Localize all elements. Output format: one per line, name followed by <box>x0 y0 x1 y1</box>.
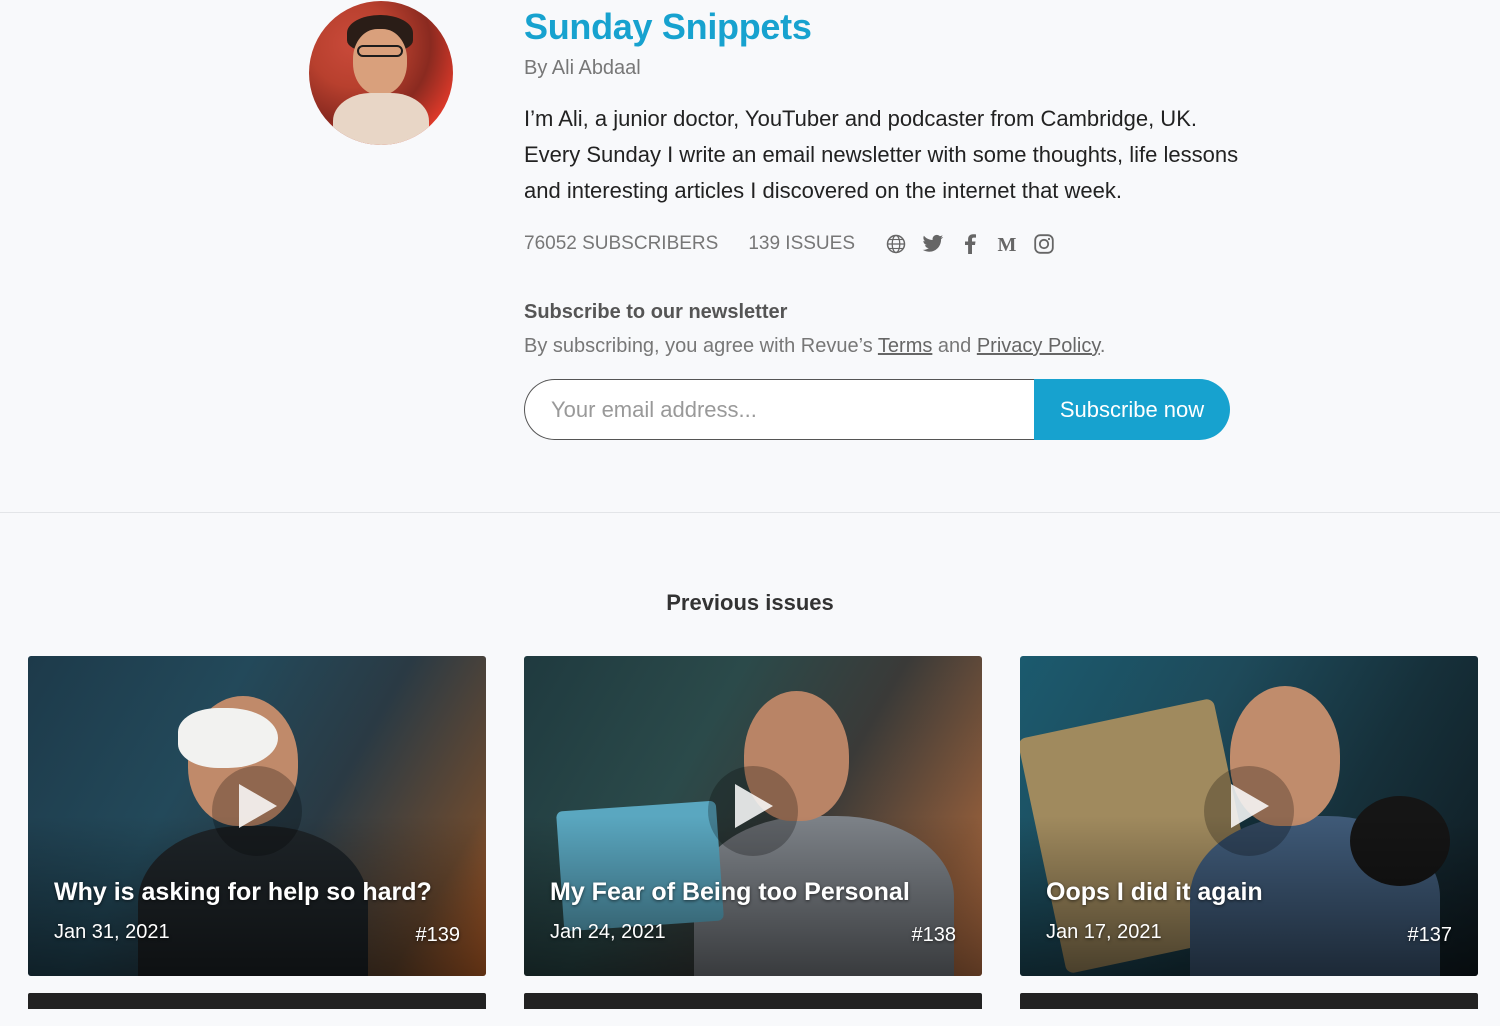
terms-note-prefix: By subscribing, you agree with Revue’s <box>524 335 878 357</box>
medium-icon[interactable]: M <box>996 233 1018 255</box>
issue-title: My Fear of Being too Personal <box>550 878 910 906</box>
author-avatar <box>309 1 453 145</box>
issue-number: #138 <box>911 924 957 946</box>
issue-date: Jan 31, 2021 <box>54 921 170 943</box>
issue-card-partial[interactable] <box>28 993 486 1009</box>
newsletter-title: Sunday Snippets <box>524 6 812 47</box>
twitter-icon[interactable] <box>922 233 944 255</box>
issue-card-partial[interactable] <box>524 993 982 1009</box>
subscribe-terms-note: By subscribing, you agree with Revue’s T… <box>524 335 1105 358</box>
issue-card[interactable]: Oops I did it again Jan 17, 2021 #137 <box>1020 656 1478 976</box>
play-icon <box>1231 784 1269 828</box>
subscribe-button[interactable]: Subscribe now <box>1034 379 1230 440</box>
subscribe-form: Subscribe now <box>524 379 1230 440</box>
terms-note-suffix: . <box>1099 335 1106 357</box>
issue-number: #137 <box>1407 924 1453 946</box>
svg-text:M: M <box>998 234 1017 254</box>
newsletter-description: I’m Ali, a junior doctor, YouTuber and p… <box>524 106 1239 203</box>
issue-card[interactable]: My Fear of Being too Personal Jan 24, 20… <box>524 656 982 976</box>
avatar-shirt <box>333 93 429 145</box>
globe-icon[interactable] <box>885 233 907 255</box>
issue-date: Jan 17, 2021 <box>1046 921 1162 943</box>
avatar-glasses <box>357 45 403 57</box>
play-icon <box>239 784 277 828</box>
privacy-policy-link[interactable]: Privacy Policy <box>977 335 1100 357</box>
facebook-icon[interactable] <box>959 233 981 255</box>
issue-title: Oops I did it again <box>1046 878 1263 906</box>
avatar-face <box>353 29 407 95</box>
issue-title: Why is asking for help so hard? <box>54 878 432 906</box>
issue-count: 139 ISSUES <box>748 233 855 254</box>
instagram-icon[interactable] <box>1033 233 1055 255</box>
subscribe-heading: Subscribe to our newsletter <box>524 301 788 323</box>
social-links: M <box>885 233 1070 255</box>
issue-number: #139 <box>415 924 461 946</box>
newsletter-stats: 76052 SUBSCRIBERS 139 ISSUES M <box>524 233 1070 255</box>
play-icon <box>735 784 773 828</box>
issue-card-partial[interactable] <box>1020 993 1478 1009</box>
section-divider <box>0 512 1500 513</box>
previous-issues-heading: Previous issues <box>666 590 834 615</box>
issue-card[interactable]: Why is asking for help so hard? Jan 31, … <box>28 656 486 976</box>
subscriber-count: 76052 SUBSCRIBERS <box>524 233 719 254</box>
issue-date: Jan 24, 2021 <box>550 921 666 943</box>
terms-note-and: and <box>932 335 977 357</box>
author-byline: By Ali Abdaal <box>524 57 641 79</box>
terms-link[interactable]: Terms <box>878 335 932 357</box>
email-input[interactable] <box>524 379 1034 440</box>
